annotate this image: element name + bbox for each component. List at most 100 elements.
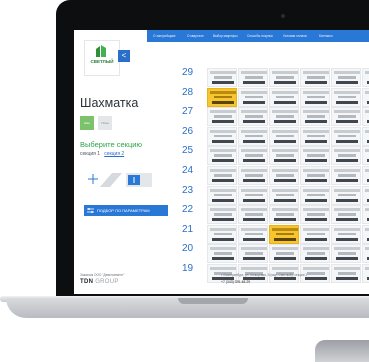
apartment-cell[interactable] [238, 107, 268, 127]
apartment-cell[interactable] [269, 224, 299, 244]
apartment-cell[interactable] [269, 126, 299, 146]
apartment-cell[interactable] [269, 87, 299, 107]
footer-customer: Заказчик ООО "Девелопмент" [80, 273, 125, 277]
apartment-text-line [336, 198, 358, 202]
apartment-text-line [365, 71, 369, 74]
apartment-cell[interactable] [238, 244, 268, 264]
apartment-cell[interactable] [269, 185, 299, 205]
apartment-cell[interactable] [300, 185, 330, 205]
apartment-cell[interactable] [269, 244, 299, 264]
apartment-cell[interactable] [362, 224, 369, 244]
floor-label: 25 [180, 146, 206, 166]
apartment-cell[interactable] [207, 166, 237, 185]
apartment-cell[interactable] [269, 107, 299, 127]
apartment-cell[interactable] [300, 205, 330, 225]
apartment-text-line [338, 272, 356, 275]
apartment-text-line [338, 232, 356, 236]
section-link[interactable]: секция 2 [104, 151, 124, 157]
apartment-cell[interactable] [238, 166, 268, 185]
apartment-cell[interactable] [238, 126, 268, 146]
apartment-cell[interactable] [362, 68, 369, 87]
apartment-cell[interactable] [362, 107, 369, 127]
footer-phone[interactable]: +7 (343) 339-48-29 [221, 280, 250, 284]
apartment-cell[interactable] [331, 146, 361, 166]
apartment-cell[interactable] [331, 244, 361, 264]
apartment-cell[interactable] [269, 166, 299, 185]
apartment-text-line [305, 139, 327, 143]
apartment-cell[interactable] [269, 146, 299, 166]
apartment-cell[interactable] [300, 224, 330, 244]
apartment-cell[interactable] [331, 205, 361, 225]
footer-address: г. Екатеринбург, ул. Кольцевая, 8 (мкр. … [221, 273, 308, 277]
apartment-cell[interactable] [362, 185, 369, 205]
apartment-text-line [307, 154, 325, 157]
apartment-cell[interactable] [207, 146, 237, 166]
apartment-text-line [212, 218, 234, 222]
apartment-cell[interactable] [331, 185, 361, 205]
apartment-cell[interactable] [300, 68, 330, 87]
brand-logo[interactable]: СВЕТЛЫЙ [84, 40, 120, 76]
apartment-cell[interactable] [362, 146, 369, 166]
toggle-plan-view[interactable]: План [98, 116, 112, 130]
apartment-cell[interactable] [300, 126, 330, 146]
apartment-cell[interactable] [238, 68, 268, 87]
apartment-cell[interactable] [238, 185, 268, 205]
nav-item-contacts[interactable]: Контакты [319, 30, 333, 42]
apartment-text-line [243, 218, 265, 222]
apartment-cell[interactable] [362, 264, 369, 283]
apartment-cell[interactable] [238, 146, 268, 166]
apartment-text-line [365, 110, 369, 114]
filter-button[interactable]: ПОДБОР ПО ПАРАМЕТРАМ [84, 205, 168, 216]
apartment-text-line [305, 120, 327, 124]
apartment-text-line [272, 208, 298, 212]
section-current[interactable]: секция 1 [80, 151, 100, 157]
apartment-cell[interactable] [331, 126, 361, 146]
apartment-cell[interactable] [207, 87, 237, 107]
apartment-cell[interactable] [331, 224, 361, 244]
nav-item-developer[interactable]: О застройщике [153, 30, 176, 42]
apartment-cell[interactable] [362, 205, 369, 225]
apartment-cell[interactable] [331, 68, 361, 87]
floor-label: 28 [180, 87, 206, 108]
apartment-cell[interactable] [331, 264, 361, 283]
apartment-cell[interactable] [331, 87, 361, 107]
apartment-cell[interactable] [331, 166, 361, 185]
apartment-text-line [274, 139, 296, 143]
apartment-cell[interactable] [207, 244, 237, 264]
apartment-cell[interactable] [300, 107, 330, 127]
apartment-cell[interactable] [362, 244, 369, 264]
apartment-cell[interactable] [269, 68, 299, 87]
apartment-cell[interactable] [362, 166, 369, 185]
nav-item-apartment[interactable]: Выбор квартиры [213, 30, 238, 42]
nav-item-quarter[interactable]: О квартале [187, 30, 204, 42]
apartment-text-line [243, 81, 265, 84]
apartment-cell[interactable] [300, 146, 330, 166]
apartment-cell[interactable] [300, 166, 330, 185]
apartment-cell[interactable] [238, 205, 268, 225]
apartment-cell[interactable] [238, 224, 268, 244]
nav-item-purchase[interactable]: Способы покупки [247, 30, 273, 42]
nav-item-payment[interactable]: Условия оплаты [283, 30, 307, 42]
apartment-cell[interactable] [362, 126, 369, 146]
apartment-cell[interactable] [207, 107, 237, 127]
apartment-text-line [210, 90, 236, 94]
apartment-text-line [276, 76, 294, 79]
building-plan-icon[interactable] [86, 169, 158, 189]
apartment-cell[interactable] [207, 126, 237, 146]
apartment-cell[interactable] [300, 87, 330, 107]
floor-number: 21 [182, 223, 194, 235]
apartment-cell[interactable] [207, 185, 237, 205]
toggle-chess-view[interactable]: Шах [80, 116, 94, 130]
apartment-cell[interactable] [300, 244, 330, 264]
apartment-cell[interactable] [207, 205, 237, 225]
apartment-cell[interactable] [362, 87, 369, 107]
back-button[interactable]: < [118, 50, 130, 62]
apartment-text-line [305, 218, 327, 222]
apartment-text-line [365, 267, 369, 270]
apartment-cell[interactable] [331, 107, 361, 127]
apartment-cell[interactable] [207, 68, 237, 87]
apartment-text-line [365, 149, 369, 153]
apartment-cell[interactable] [207, 224, 237, 244]
apartment-cell[interactable] [238, 87, 268, 107]
apartment-cell[interactable] [269, 205, 299, 225]
